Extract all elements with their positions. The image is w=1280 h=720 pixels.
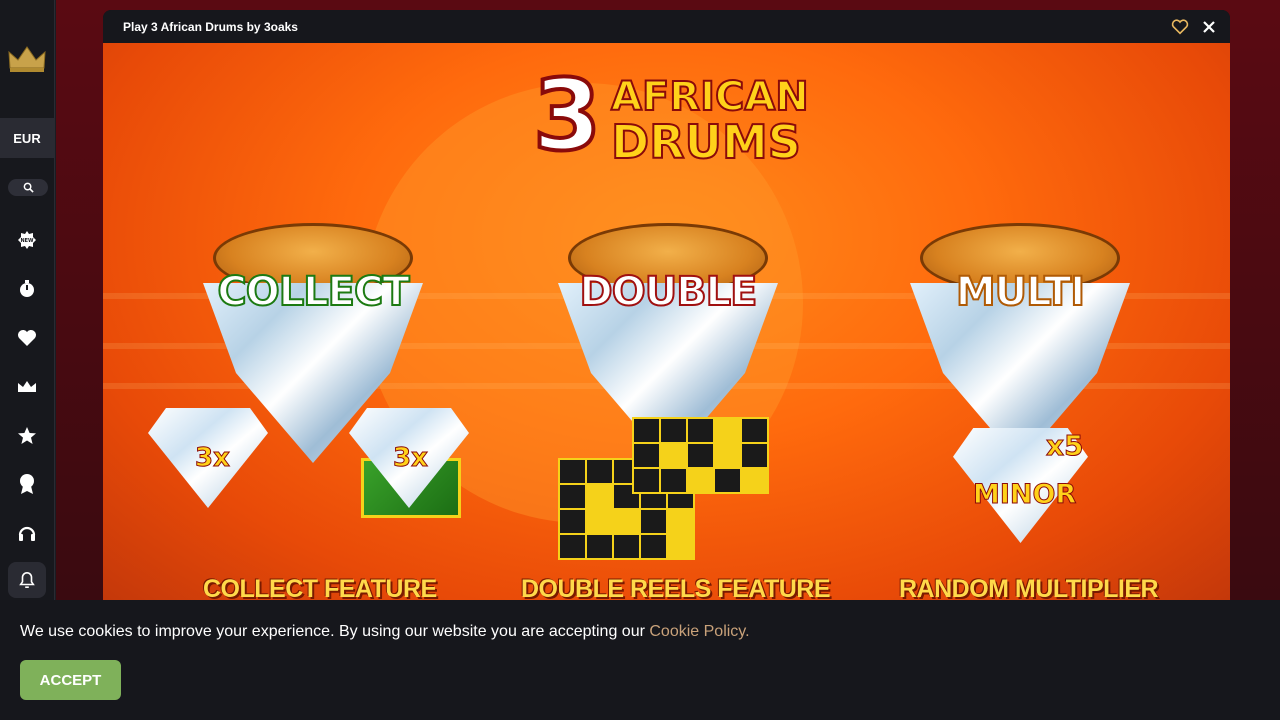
accept-cookies-button[interactable]: ACCEPT	[20, 660, 121, 700]
crown-icon[interactable]	[15, 375, 39, 399]
random-multiplier-caption: RANDOM MULTIPLIER	[899, 575, 1159, 600]
favorite-button[interactable]	[1171, 18, 1189, 36]
bell-icon	[19, 571, 35, 589]
heart-icon[interactable]	[15, 326, 39, 350]
heart-outline-icon	[1171, 19, 1189, 35]
double-reels-caption: DOUBLE REELS FEATURE	[521, 575, 831, 600]
stopwatch-icon[interactable]	[15, 277, 39, 301]
jackpot-tier: MINOR	[972, 479, 1077, 511]
crown-logo[interactable]	[7, 44, 47, 74]
headset-icon[interactable]	[15, 521, 39, 545]
currency-selector[interactable]: EUR	[0, 118, 54, 158]
cookie-banner: We use cookies to improve your experienc…	[0, 600, 1280, 720]
game-header: Play 3 African Drums by 3oaks	[103, 10, 1230, 43]
logo-number: 3	[531, 59, 603, 173]
drum-label: DOUBLE	[579, 268, 759, 316]
search-icon	[23, 182, 34, 193]
logo-line1: AFRICAN	[610, 74, 810, 120]
reel-grid-front	[632, 417, 769, 494]
new-games-icon[interactable]: NEW	[15, 228, 39, 252]
cookie-message-text: We use cookies to improve your experienc…	[20, 623, 650, 640]
logo-line2: DRUMS	[610, 115, 802, 169]
gem-multiplier: 3x	[195, 443, 231, 474]
cookie-policy-link[interactable]: Cookie Policy.	[649, 623, 749, 640]
close-button[interactable]	[1200, 18, 1218, 36]
gem-multiplier: 3x	[393, 443, 429, 474]
game-title: Play 3 African Drums by 3oaks	[123, 20, 298, 34]
cookie-message: We use cookies to improve your experienc…	[20, 623, 750, 641]
search-button[interactable]	[8, 179, 48, 196]
star-icon[interactable]	[15, 424, 39, 448]
drum-label: COLLECT	[216, 268, 410, 316]
collect-feature-caption: COLLECT FEATURE	[203, 575, 437, 600]
game-window: Play 3 African Drums by 3oaks 3 AFRICAN …	[103, 10, 1230, 600]
drum-label: MULTI	[955, 268, 1086, 316]
game-canvas[interactable]: 3 AFRICAN DRUMS COLLECT 3x 3x DOUBLE MUL…	[103, 43, 1230, 600]
close-icon	[1203, 21, 1215, 33]
game-logo: 3 AFRICAN DRUMS	[531, 59, 823, 177]
award-icon[interactable]	[15, 472, 39, 496]
multiplier-value: x5	[1046, 429, 1085, 463]
notifications-button[interactable]	[8, 562, 46, 598]
svg-text:NEW: NEW	[20, 238, 34, 244]
